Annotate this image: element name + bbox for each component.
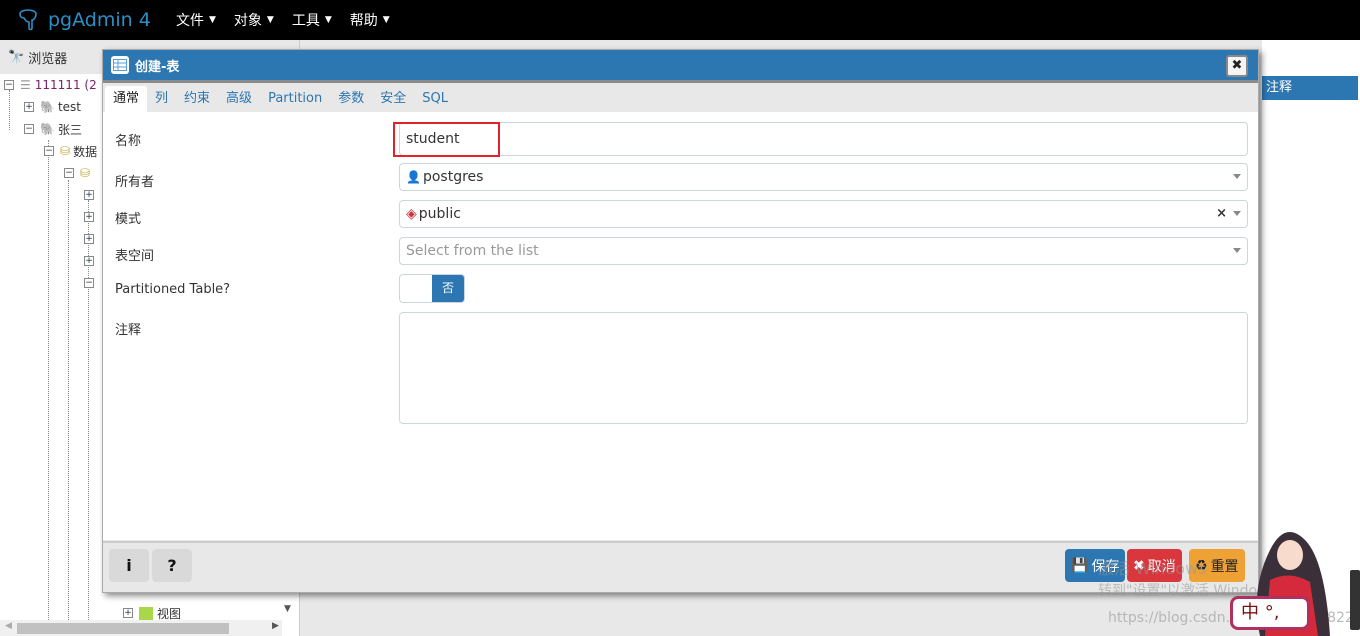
menu-label: 帮助 xyxy=(349,13,378,29)
owner-value: postgres xyxy=(422,169,484,185)
scroll-left-arrow[interactable]: ◀ xyxy=(5,621,12,631)
highlight-box xyxy=(393,122,500,157)
tree-item-db[interactable]: − ⛁ xyxy=(64,163,90,183)
close-button[interactable]: ✖ xyxy=(1226,55,1248,77)
tablespace-select[interactable]: Select from the list xyxy=(399,237,1248,265)
tab-columns[interactable]: 列 xyxy=(147,86,176,113)
tree-item-databases[interactable]: − ⛁ 数据 xyxy=(44,141,97,161)
volume-meter xyxy=(1350,570,1360,630)
horizontal-scrollbar[interactable]: ◀ ▶ xyxy=(0,620,282,636)
database-icon: ⛁ xyxy=(80,166,91,180)
tree-item-test[interactable]: + 🐘 test xyxy=(24,97,81,117)
database-icon: ⛁ xyxy=(60,144,71,158)
menu-tools[interactable]: 工具 ▼ xyxy=(292,10,332,30)
tree-item[interactable]: + xyxy=(84,207,100,227)
top-navbar: pgAdmin 4 文件 ▼ 对象 ▼ 工具 ▼ 帮助 ▼ xyxy=(0,0,1360,40)
dialog-tabs: 通常 列 约束 高级 Partition 参数 安全 SQL xyxy=(103,86,1258,113)
tree-label: 111111 (2 xyxy=(34,78,97,92)
info-button[interactable]: i xyxy=(109,549,149,582)
caret-down-icon: ▼ xyxy=(324,15,332,25)
dropdown-arrow-icon xyxy=(1233,211,1241,216)
tree-item[interactable]: + xyxy=(84,185,100,205)
tree-item-server[interactable]: − ☰ 111111 (2 xyxy=(4,75,97,95)
tab-sql[interactable]: SQL xyxy=(414,86,456,113)
clear-icon[interactable]: × xyxy=(1216,206,1227,221)
tree-line xyxy=(48,140,49,630)
tree-label: 张三 xyxy=(57,122,82,137)
tree-item[interactable]: + xyxy=(84,229,100,249)
tree-label: 数据 xyxy=(73,144,98,159)
dialog-footer: i ? 💾 保存 ✖ 取消 ♻ 重置 xyxy=(103,541,1258,592)
caret-down-icon: ▼ xyxy=(266,15,274,25)
browser-title: 浏览器 xyxy=(28,51,68,67)
server-icon: ☰ xyxy=(20,78,31,92)
elephant-icon xyxy=(19,9,37,31)
dialog-header[interactable]: 创建-表 ✖ xyxy=(103,50,1258,83)
dialog-body: 名称 student 所有者 👤 postgres 模式 ◈ public × 表空间… xyxy=(103,112,1258,540)
table-icon xyxy=(111,56,129,74)
ime-indicator[interactable]: 中 °, xyxy=(1230,596,1310,630)
view-icon xyxy=(139,606,153,620)
tree-label: 视图 xyxy=(157,606,182,621)
menu-label: 对象 xyxy=(233,13,262,29)
menu-help[interactable]: 帮助 ▼ xyxy=(350,10,390,30)
tree-item[interactable]: − xyxy=(84,273,100,293)
menu-label: 工具 xyxy=(291,13,320,29)
tab-general[interactable]: 通常 xyxy=(105,86,148,113)
close-icon: ✖ xyxy=(1231,58,1243,73)
comment-label: 注释 xyxy=(115,323,142,338)
dropdown-arrow-icon xyxy=(1233,248,1241,253)
menu-object[interactable]: 对象 ▼ xyxy=(234,10,274,30)
caret-down-icon: ▼ xyxy=(209,15,216,25)
tree-line xyxy=(9,90,10,130)
name-input[interactable]: student xyxy=(399,122,1248,156)
schema-value: public xyxy=(418,206,461,222)
tree-item-zhangsan[interactable]: − 🐘 张三 xyxy=(24,119,82,139)
menu-file[interactable]: 文件 ▼ xyxy=(176,10,216,30)
dropdown-arrow-icon xyxy=(1233,174,1241,179)
tree-item[interactable]: + xyxy=(84,251,100,271)
app-title: pgAdmin 4 xyxy=(48,9,151,31)
comment-textarea[interactable] xyxy=(399,312,1248,424)
tablespace-placeholder: Select from the list xyxy=(406,243,539,259)
dialog-title: 创建-表 xyxy=(135,59,180,75)
tab-parameters[interactable]: 参数 xyxy=(330,86,372,113)
create-table-dialog: 创建-表 ✖ 通常 列 约束 高级 Partition 参数 安全 SQL 名称… xyxy=(102,49,1259,593)
help-button[interactable]: ? xyxy=(152,549,192,582)
owner-select[interactable]: 👤 postgres xyxy=(399,163,1248,191)
tablespace-label: 表空间 xyxy=(115,249,155,264)
owner-label: 所有者 xyxy=(115,175,155,190)
partitioned-label: Partitioned Table? xyxy=(115,282,231,297)
toggle-no: 否 xyxy=(432,275,464,302)
watermark-activate: 激活 Windows xyxy=(1098,559,1207,578)
tree-label: test xyxy=(57,100,81,114)
schema-select[interactable]: ◈ public × xyxy=(399,200,1248,228)
schema-label: 模式 xyxy=(115,212,142,227)
floppy-disk-icon: 💾 xyxy=(1071,557,1089,574)
user-icon: 👤 xyxy=(406,170,421,184)
binoculars-icon: 🔭 xyxy=(8,49,25,65)
caret-down-icon: ▼ xyxy=(382,15,390,25)
partitioned-toggle[interactable]: 否 xyxy=(399,274,465,303)
tree-line xyxy=(68,180,69,630)
tab-constraints[interactable]: 约束 xyxy=(176,86,218,113)
tab-security[interactable]: 安全 xyxy=(372,86,414,113)
scrollbar-thumb[interactable] xyxy=(17,623,229,634)
scroll-down-arrow[interactable]: ▼ xyxy=(284,604,291,614)
comment-column-header: 注释 xyxy=(1262,76,1358,100)
tab-advanced[interactable]: 高级 xyxy=(218,86,260,113)
tab-partition[interactable]: Partition xyxy=(260,86,330,113)
elephant-icon: 🐘 xyxy=(40,100,55,114)
scroll-right-arrow[interactable]: ▶ xyxy=(272,621,279,631)
schema-icon: ◈ xyxy=(406,206,417,222)
name-label: 名称 xyxy=(115,134,142,149)
elephant-icon: 🐘 xyxy=(40,122,55,136)
app-logo[interactable]: pgAdmin 4 xyxy=(16,8,176,32)
menu-label: 文件 xyxy=(176,13,204,29)
